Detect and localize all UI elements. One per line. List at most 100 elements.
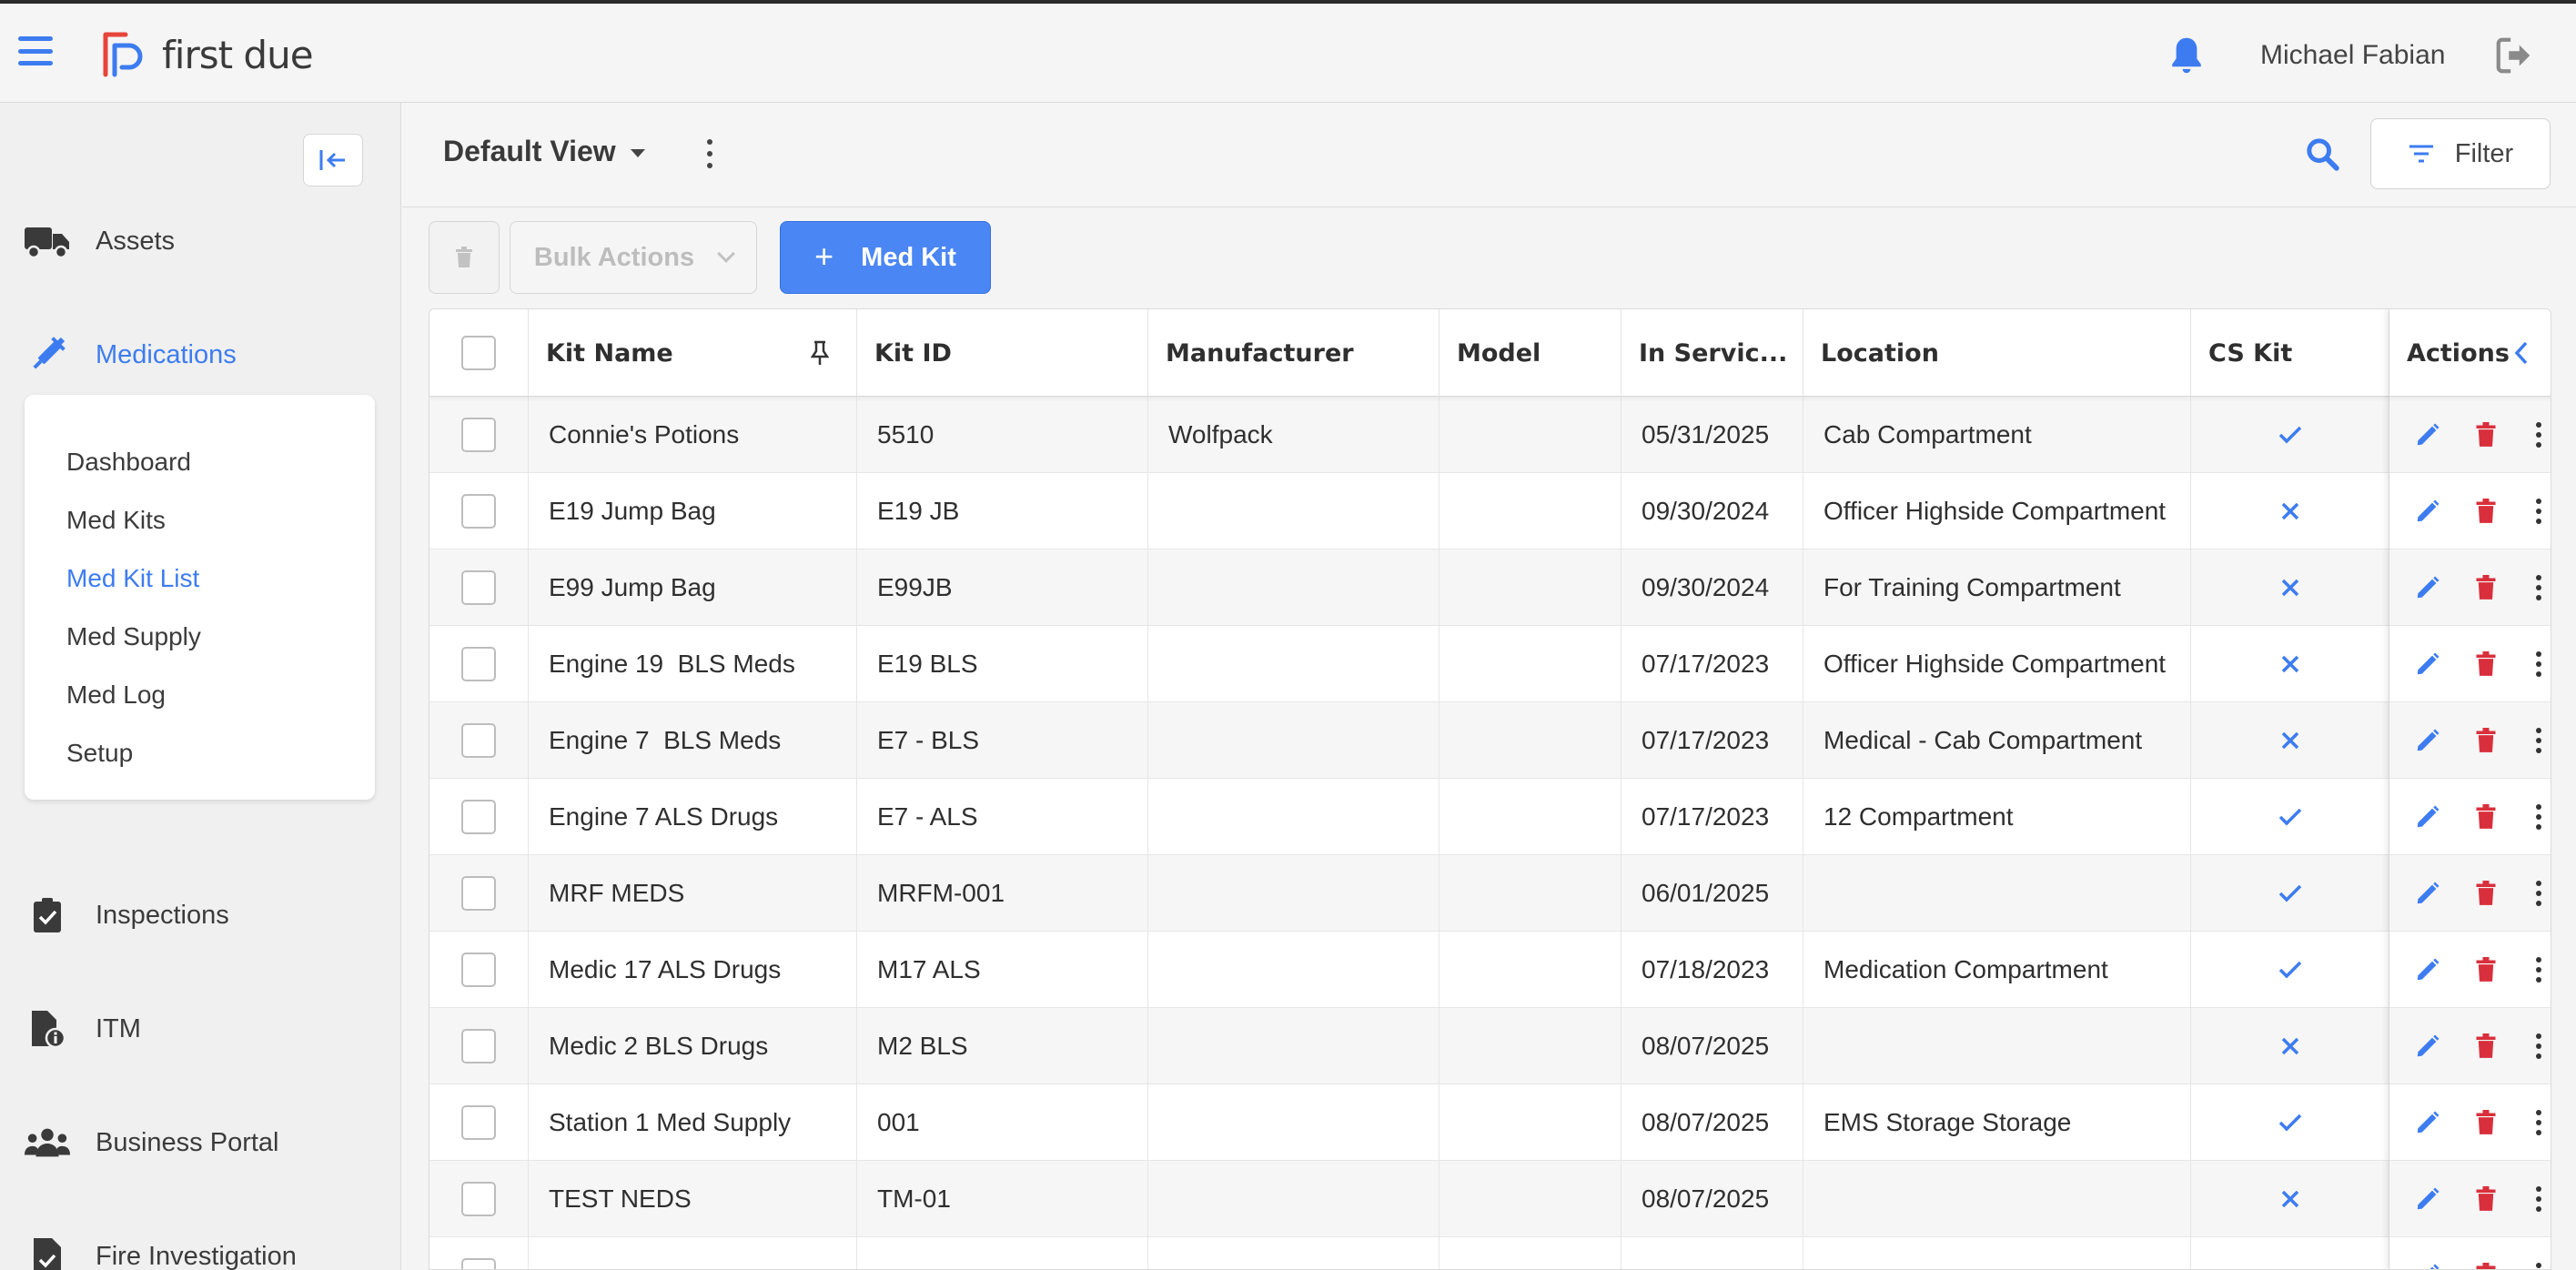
edit-icon[interactable] [2411, 801, 2444, 833]
submenu-med-supply[interactable]: Med Supply [66, 622, 201, 651]
col-model[interactable]: Model [1440, 309, 1621, 397]
delete-icon[interactable] [2470, 801, 2502, 833]
hamburger-menu-icon[interactable] [18, 36, 53, 66]
col-kit-id[interactable]: Kit ID [857, 309, 1148, 397]
edit-icon[interactable] [2411, 1106, 2444, 1139]
more-options-icon[interactable] [2522, 953, 2551, 986]
table-row[interactable]: Medic 2 BLS Drugs M2 BLS 08/07/2025 [429, 1008, 2551, 1084]
chevron-left-icon[interactable] [2514, 341, 2529, 365]
col-kit-name[interactable]: Kit Name [529, 309, 857, 397]
view-selector[interactable]: Default View [443, 135, 645, 168]
more-options-icon[interactable] [2522, 418, 2551, 451]
edit-icon[interactable] [2411, 495, 2444, 528]
more-options-icon[interactable] [2522, 1106, 2551, 1139]
col-location[interactable]: Location [1803, 309, 2191, 397]
more-options-icon[interactable] [2522, 571, 2551, 604]
table-row[interactable]: Station 1 Med Supply 001 08/07/2025 EMS Sto… [429, 1084, 2551, 1161]
delete-icon[interactable] [2470, 953, 2502, 986]
row-checkbox[interactable] [461, 876, 496, 911]
col-in-service[interactable]: In Servic... [1621, 309, 1803, 397]
edit-icon[interactable] [2411, 724, 2444, 757]
table-row[interactable] [429, 1237, 2551, 1269]
delete-icon[interactable] [2470, 1106, 2502, 1139]
row-checkbox[interactable] [461, 1105, 496, 1140]
delete-icon[interactable] [2470, 571, 2502, 604]
collapse-sidebar-button[interactable] [303, 134, 363, 186]
select-all-cell [429, 309, 529, 397]
delete-selected-button[interactable] [429, 221, 500, 294]
more-options-icon[interactable] [2522, 801, 2551, 833]
table-row[interactable]: Engine 7 BLS Meds E7 - BLS 07/17/2023 Medic… [429, 702, 2551, 779]
row-checkbox[interactable] [461, 800, 496, 834]
edit-icon[interactable] [2411, 953, 2444, 986]
edit-icon[interactable] [2411, 1259, 2444, 1269]
more-options-icon[interactable] [2522, 877, 2551, 910]
edit-icon[interactable] [2411, 1030, 2444, 1063]
table-row[interactable]: Medic 17 ALS Drugs M17 ALS 07/18/2023 Medic… [429, 932, 2551, 1008]
row-checkbox[interactable] [461, 418, 496, 452]
user-name[interactable]: Michael Fabian [2260, 40, 2445, 71]
sidebar-item-itm[interactable]: ITM [0, 997, 401, 1061]
notification-bell-icon[interactable] [2167, 35, 2206, 76]
row-checkbox[interactable] [461, 723, 496, 758]
cell-model [1440, 1008, 1621, 1084]
delete-icon[interactable] [2470, 1183, 2502, 1215]
search-icon[interactable] [2304, 136, 2340, 172]
table-row[interactable]: E99 Jump Bag E99JB 09/30/2024 For Training … [429, 549, 2551, 626]
view-options-icon[interactable] [701, 139, 719, 168]
submenu-dashboard[interactable]: Dashboard [66, 448, 191, 477]
check-icon [2278, 961, 2301, 979]
delete-icon[interactable] [2470, 648, 2502, 680]
more-options-icon[interactable] [2522, 1183, 2551, 1215]
row-checkbox[interactable] [461, 952, 496, 987]
delete-icon[interactable] [2470, 724, 2502, 757]
submenu-med-log[interactable]: Med Log [66, 680, 166, 710]
col-cs-kit[interactable]: CS Kit [2191, 309, 2389, 397]
more-options-icon[interactable] [2522, 724, 2551, 757]
row-checkbox[interactable] [461, 494, 496, 529]
delete-icon[interactable] [2470, 1259, 2502, 1269]
table-row[interactable]: Connie's Potions 5510 Wolfpack 05/31/2025 Ca… [429, 397, 2551, 473]
more-options-icon[interactable] [2522, 1030, 2551, 1063]
submenu-setup[interactable]: Setup [66, 739, 133, 768]
more-options-icon[interactable] [2522, 648, 2551, 680]
row-checkbox[interactable] [461, 1029, 496, 1063]
add-med-kit-button[interactable]: + Med Kit [780, 221, 991, 294]
sidebar-item-inspections[interactable]: Inspections [0, 883, 401, 947]
submenu-med-kit-list[interactable]: Med Kit List [66, 564, 199, 593]
check-icon [2278, 1114, 2301, 1132]
row-checkbox[interactable] [461, 1182, 496, 1216]
table-row[interactable]: E19 Jump Bag E19 JB 09/30/2024 Officer High… [429, 473, 2551, 549]
brand-logo[interactable]: first due [98, 31, 314, 78]
sidebar-item-assets[interactable]: Assets [0, 209, 401, 273]
table-row[interactable]: MRF MEDS MRFM-001 06/01/2025 [429, 855, 2551, 932]
more-options-icon[interactable] [2522, 495, 2551, 528]
select-all-checkbox[interactable] [461, 336, 496, 370]
delete-icon[interactable] [2470, 418, 2502, 451]
edit-icon[interactable] [2411, 1183, 2444, 1215]
logout-icon[interactable] [2493, 35, 2535, 76]
row-checkbox[interactable] [461, 570, 496, 605]
bulk-actions-dropdown[interactable]: Bulk Actions [510, 221, 757, 294]
delete-icon[interactable] [2470, 495, 2502, 528]
sidebar-item-fire-investigation[interactable]: Fire Investigation [0, 1225, 401, 1270]
col-manufacturer[interactable]: Manufacturer [1148, 309, 1440, 397]
table-row[interactable]: TEST NEDS TM-01 08/07/2025 [429, 1161, 2551, 1237]
more-options-icon[interactable] [2522, 1259, 2551, 1269]
row-checkbox[interactable] [461, 647, 496, 681]
edit-icon[interactable] [2411, 571, 2444, 604]
sidebar-item-business-portal[interactable]: Business Portal [0, 1111, 401, 1174]
delete-icon[interactable] [2470, 877, 2502, 910]
sidebar-item-medications[interactable]: Medications [0, 323, 401, 387]
row-checkbox[interactable] [461, 1258, 496, 1269]
edit-icon[interactable] [2411, 418, 2444, 451]
delete-icon[interactable] [2470, 1030, 2502, 1063]
cell-location: For Training Compartment [1803, 549, 2191, 626]
edit-icon[interactable] [2411, 648, 2444, 680]
pin-icon[interactable] [811, 340, 829, 366]
edit-icon[interactable] [2411, 877, 2444, 910]
filter-button[interactable]: Filter [2370, 118, 2551, 189]
table-row[interactable]: Engine 7 ALS Drugs E7 - ALS 07/17/2023 12 C… [429, 779, 2551, 855]
table-row[interactable]: Engine 19 BLS Meds E19 BLS 07/17/2023 Offic… [429, 626, 2551, 702]
submenu-med-kits[interactable]: Med Kits [66, 506, 166, 535]
